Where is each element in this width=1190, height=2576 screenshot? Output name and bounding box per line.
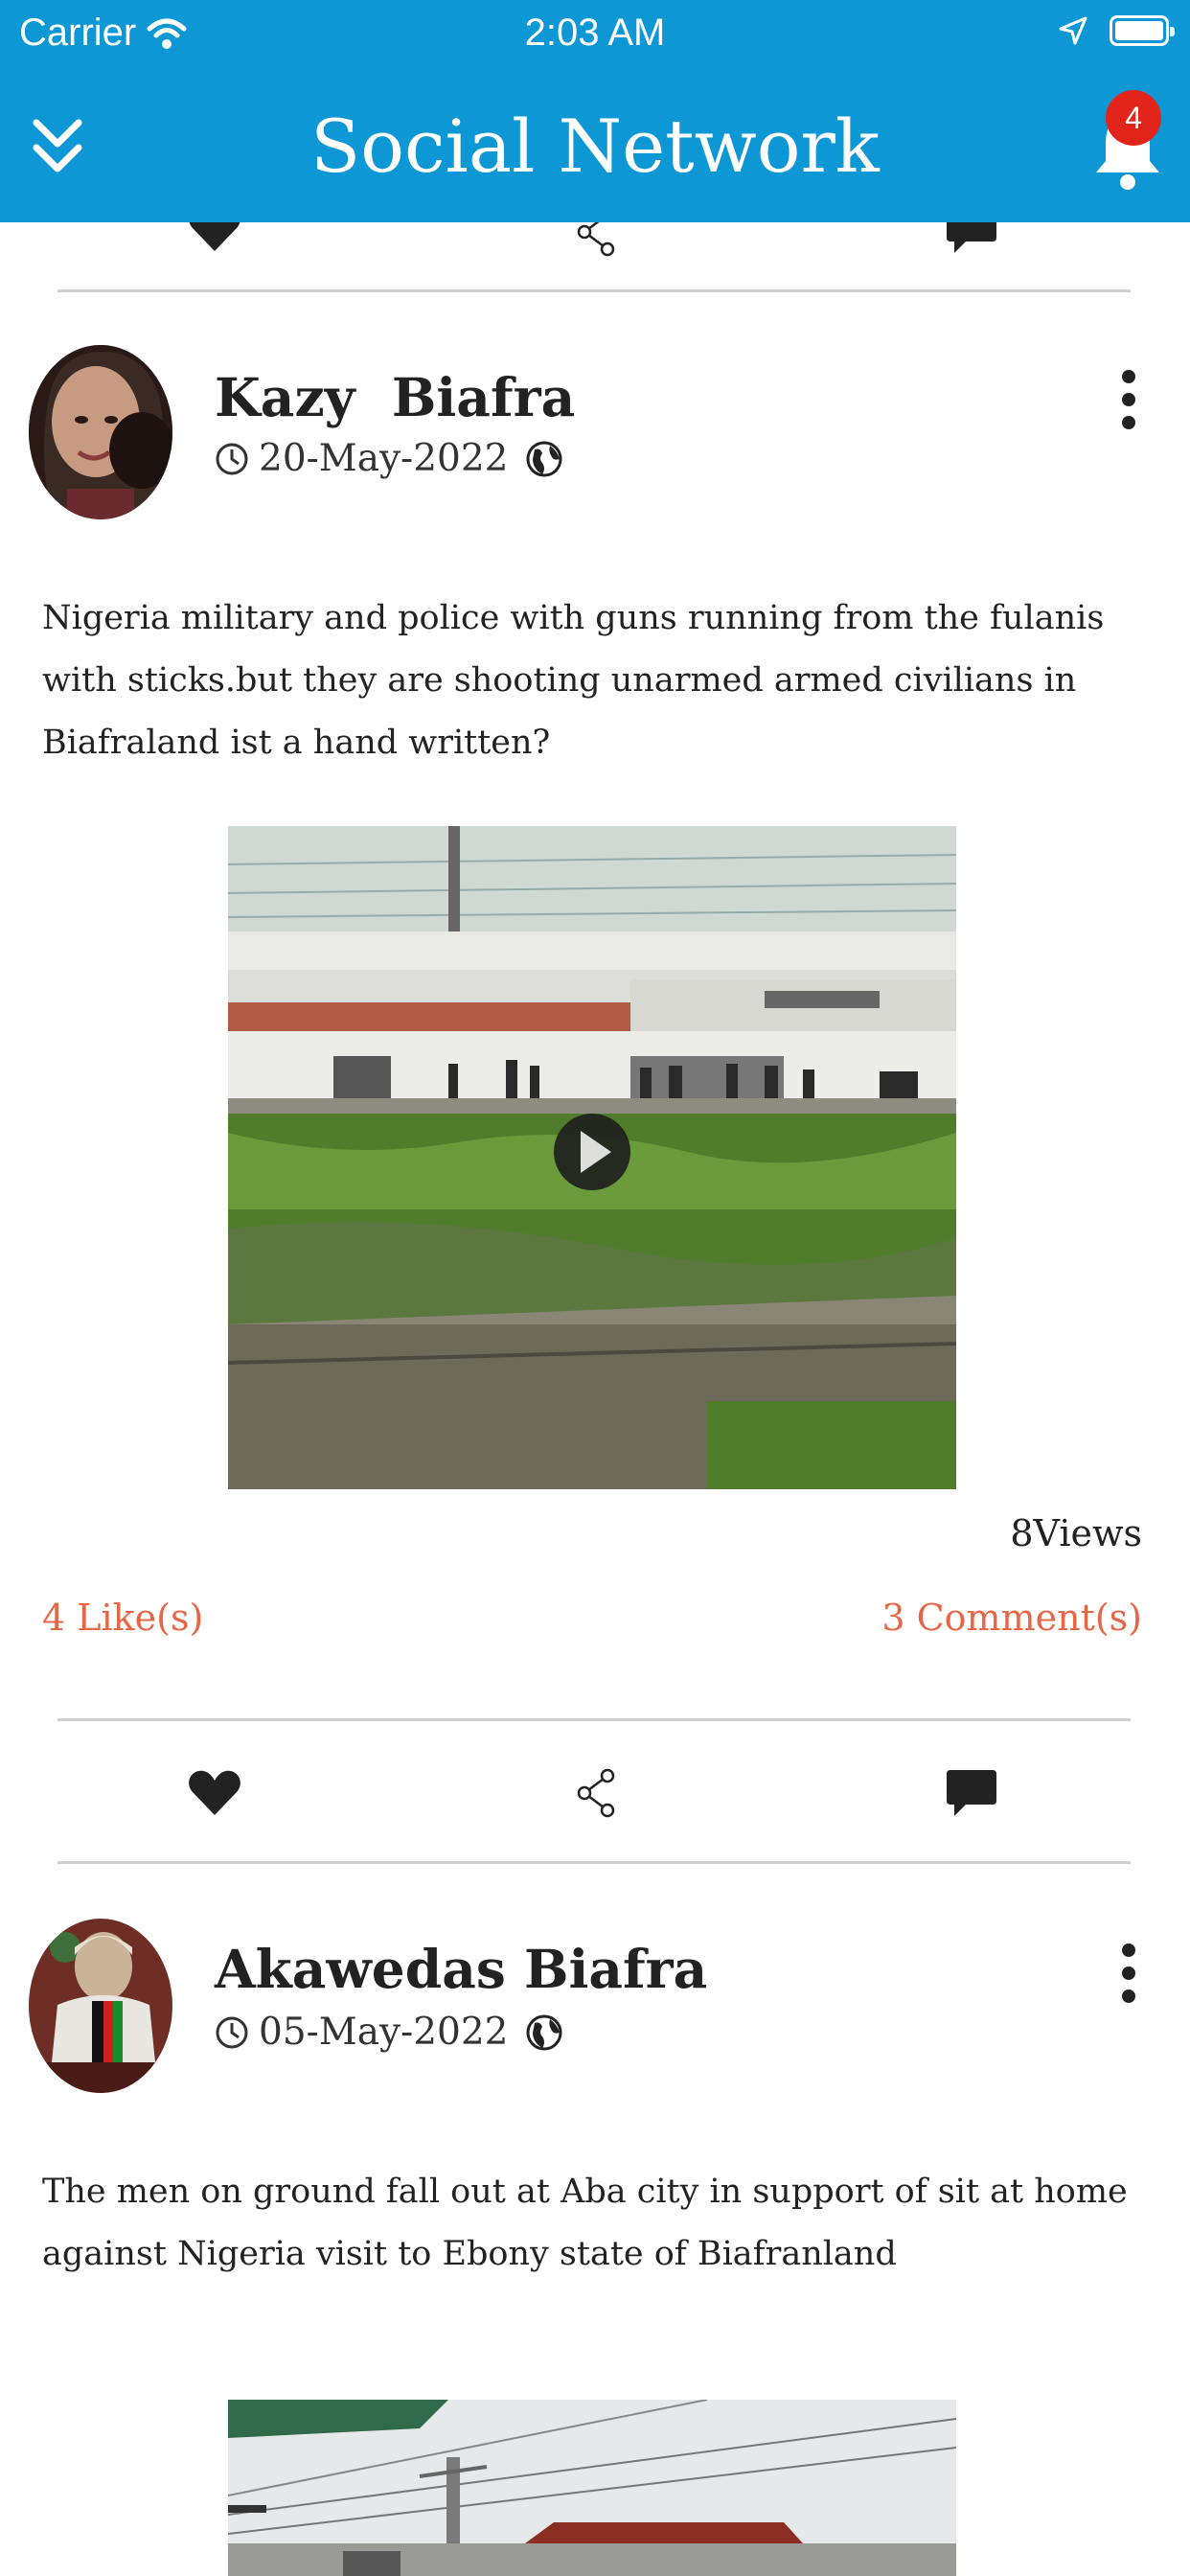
author-name[interactable]: Kazy Biafra bbox=[215, 366, 575, 428]
video-thumbnail bbox=[228, 826, 956, 1489]
clock: 2:03 AM bbox=[524, 12, 666, 54]
more-options-icon[interactable] bbox=[1117, 370, 1140, 431]
post-meta: 05-May-2022 bbox=[215, 2011, 563, 2054]
divider bbox=[57, 289, 1131, 292]
avatar-photo bbox=[29, 1919, 172, 2093]
status-bar: Carrier 2:03 AM bbox=[0, 0, 1190, 73]
view-count: 8Views bbox=[1010, 1512, 1142, 1554]
post-video[interactable] bbox=[228, 2400, 956, 2576]
likes-link[interactable]: 4 Like(s) bbox=[42, 1597, 203, 1639]
comment-icon[interactable] bbox=[945, 1765, 998, 1821]
post-date: 05-May-2022 bbox=[259, 2011, 509, 2054]
avatar[interactable] bbox=[29, 1919, 172, 2093]
divider bbox=[57, 1861, 1131, 1864]
heart-icon[interactable] bbox=[188, 1763, 241, 1823]
video-thumbnail bbox=[228, 2400, 956, 2576]
location-arrow-icon bbox=[1059, 16, 1087, 45]
comments-link[interactable]: 3 Comment(s) bbox=[881, 1597, 1142, 1639]
avatar[interactable] bbox=[29, 345, 172, 519]
post-meta: 20-May-2022 bbox=[215, 437, 563, 480]
page-title: Social Network bbox=[310, 104, 880, 189]
divider bbox=[57, 1718, 1131, 1721]
globe-icon bbox=[526, 441, 562, 476]
more-options-icon[interactable] bbox=[1117, 1944, 1140, 2005]
post-text: The men on ground fall out at Aba city i… bbox=[42, 2173, 1128, 2273]
avatar-photo bbox=[29, 345, 172, 519]
nav-bar: Social Network bbox=[0, 73, 1190, 222]
post-video[interactable] bbox=[228, 826, 956, 1489]
share-icon[interactable] bbox=[573, 1763, 617, 1823]
notification-badge[interactable]: 4 bbox=[1106, 90, 1161, 146]
clock-icon bbox=[216, 2016, 248, 2048]
post-text: Nigeria military and police with guns ru… bbox=[42, 599, 1105, 762]
status-right bbox=[1058, 15, 1175, 46]
clock-icon bbox=[216, 443, 248, 474]
globe-icon bbox=[526, 2014, 562, 2050]
author-name[interactable]: Akawedas Biafra bbox=[215, 1938, 707, 2000]
battery-icon bbox=[1110, 15, 1175, 46]
post-date: 20-May-2022 bbox=[259, 437, 509, 480]
app-header: Carrier 2:03 AM Social Network bbox=[0, 0, 1190, 222]
